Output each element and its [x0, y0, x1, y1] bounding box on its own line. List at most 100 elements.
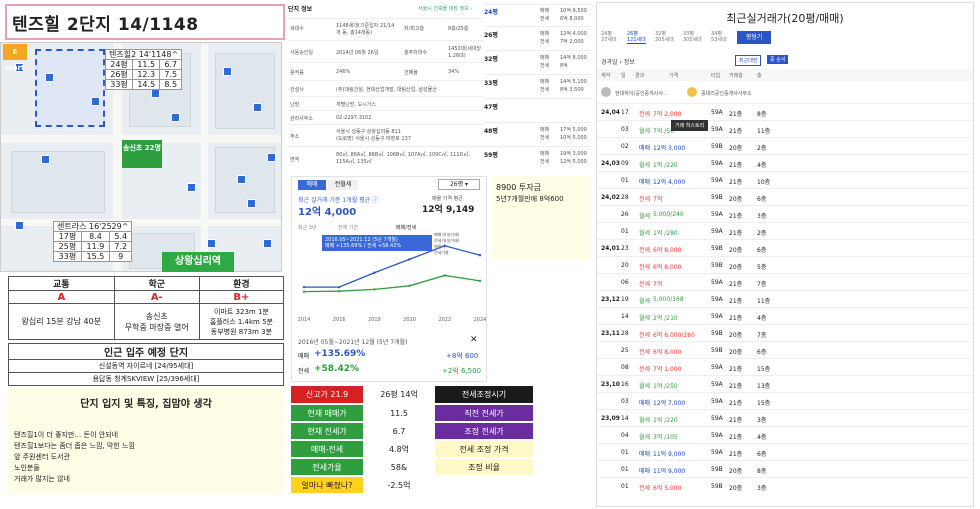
range-all[interactable]: 전체 기간	[338, 224, 358, 231]
chart-point[interactable]	[338, 290, 341, 293]
col-header: 층	[757, 73, 762, 79]
detail-value: 02-2297-3102	[336, 115, 372, 121]
listing-row[interactable]: 32평 매매 14억 8,000 전세 8억	[484, 50, 592, 70]
listing-row[interactable]: 48평 매매 17억 5,000 전세 10억 5,000	[484, 122, 592, 142]
size-tab-active[interactable]: 26평 121세대	[627, 31, 646, 44]
opinion-line: 노인분들	[14, 464, 40, 472]
deal-row[interactable]: 24,03 09 월세 1억 /220 59A 21층 4층	[597, 154, 973, 171]
deal-row[interactable]: 24,02 28 전세 7억 59B 20층 6층	[597, 188, 973, 205]
range-sale-rent[interactable]: 매매/전세	[396, 224, 416, 231]
deal-month: 24,04	[601, 109, 620, 116]
deal-row[interactable]: 06 전세 7억 59A 21층 7층	[597, 273, 973, 290]
apartment-marker[interactable]	[15, 221, 24, 230]
chart-point[interactable]	[373, 271, 376, 274]
sort-chip[interactable]: 중 순서	[767, 55, 789, 64]
deal-row[interactable]: 23,10 16 월세 1억 /250 59A 21층 13층	[597, 375, 973, 392]
apartment-marker[interactable]	[267, 153, 276, 162]
supply-title: 인근 입주 예정 단지	[8, 343, 284, 360]
listing-price: 6억 8,000	[560, 16, 584, 22]
table-cell: 11.9	[80, 241, 111, 252]
sort-chip[interactable]: 최근대방	[735, 55, 762, 66]
chart-point[interactable]	[338, 285, 341, 289]
apartment-marker[interactable]	[253, 103, 262, 112]
grade-detail: 송신초 무학중 마장중 열어	[113, 303, 200, 340]
listing-row[interactable]: 47평	[484, 98, 592, 118]
apartment-marker[interactable]	[151, 89, 160, 98]
table-cell: 8.5	[159, 79, 183, 90]
complex-detail-panel: 단지 정보 서울시 건축물 대장 정보 › 세대수 1148세대(기준입자 21/…	[288, 2, 484, 172]
chart-point[interactable]	[302, 290, 306, 293]
size-tab[interactable]: 24평 27세대	[601, 31, 617, 43]
size-select[interactable]: 26평 ▾	[438, 179, 480, 190]
size-tab[interactable]: 32평 205세대	[655, 31, 674, 43]
deal-row[interactable]: 25 전세 6억 8,000 59B 20층 6층	[597, 341, 973, 358]
deal-row[interactable]: 23,09 14 월세 1억 /220 59A 21층 3층	[597, 409, 973, 426]
deal-row[interactable]: 23,12 19 월세 5,000/168 59A 21층 11층	[597, 290, 973, 307]
deal-row[interactable]: 08 전세 7억 1,000 59A 21층 15층	[597, 358, 973, 375]
deal-row[interactable]: 01 월세 1억 /280 59A 21층 2층	[597, 222, 973, 239]
size-tab[interactable]: 33평 305세대	[683, 31, 702, 43]
apartment-marker[interactable]	[237, 175, 246, 184]
station-label: 상왕십리역	[162, 252, 234, 272]
building-registry-link[interactable]: 서울시 건축물 대장 정보 ›	[418, 5, 472, 12]
apartment-marker[interactable]	[247, 199, 256, 208]
x-tick-label: 2018	[368, 317, 381, 323]
apartment-marker[interactable]	[263, 239, 272, 248]
deal-row[interactable]: 26 월세 5,000/240 59A 21층 3층	[597, 205, 973, 222]
deal-row[interactable]: 14 월세 2억 /210 59A 21층 4층	[597, 307, 973, 324]
table-cell: 25평	[53, 241, 82, 252]
apartment-marker[interactable]	[91, 97, 100, 106]
chart-point[interactable]	[408, 284, 411, 287]
size-tab[interactable]: 34평 53세대	[711, 31, 727, 43]
chart-point[interactable]	[302, 285, 306, 289]
deal-row[interactable]: 01 매매 11억 9,000 59A 21층 6층	[597, 443, 973, 460]
deal-row[interactable]: 24,01 23 전세 6억 8,000 59B 20층 6층	[597, 239, 973, 256]
chart-point[interactable]	[408, 258, 411, 261]
tab-rent[interactable]: 전월세	[328, 180, 358, 190]
size-tab-count: 53세대	[711, 37, 727, 43]
chart-point[interactable]	[443, 244, 446, 247]
apartment-marker[interactable]	[171, 113, 180, 122]
deal-floor: 2층	[757, 145, 767, 152]
listing-row[interactable]: 59평 매매 19억 3,000 전세 12억 5,000	[484, 146, 592, 166]
deal-row[interactable]: 01 매매 12억 4,000 59A 21층 10층	[597, 171, 973, 188]
close-icon[interactable]: ✕	[470, 335, 478, 345]
deal-row[interactable]: 03 월세 7억 /50 59A 21층 11층	[597, 120, 973, 137]
apartment-marker[interactable]	[45, 73, 54, 82]
deal-row[interactable]: 01 전세 6억 5,000 59B 20층 3층	[597, 477, 973, 494]
listing-row[interactable]: 24평 매매 10억 9,500 전세 6억 8,000	[484, 4, 592, 22]
deal-row[interactable]: 24,04 17 전세 7억 2,000 59A 21층 8층	[597, 103, 973, 120]
mart-marker[interactable]: E mart	[3, 44, 27, 72]
deal-row[interactable]: 02 매매 12억 3,000 59B 20층 2층	[597, 137, 973, 154]
chart-point[interactable]	[478, 279, 482, 283]
apartment-marker[interactable]	[187, 183, 196, 192]
chart-series-rent[interactable]	[303, 274, 481, 293]
grade-detail: 왕십리 15분 강남 40분	[8, 303, 115, 340]
apartment-marker[interactable]	[41, 155, 50, 164]
deal-floors: 20층	[729, 196, 743, 203]
average-button[interactable]: 평형기	[737, 31, 771, 44]
tab-sale[interactable]: 매매	[298, 180, 326, 190]
summary-value: 6.7	[363, 422, 435, 441]
summary-value: 11.5	[363, 404, 435, 423]
chart-series-sale[interactable]	[304, 245, 481, 288]
deal-row[interactable]: 23,11 28 전세 6억 6,000/260 59B 20층 7층	[597, 324, 973, 341]
deal-row[interactable]: 20 전세 6억 8,000 59B 20층 5층	[597, 256, 973, 273]
deal-row[interactable]: 01 매매 11억 9,000 59B 20층 8층	[597, 460, 973, 477]
apartment-marker[interactable]	[223, 67, 232, 76]
deal-unit-type: 59A	[711, 296, 723, 303]
deal-row[interactable]: 03 매매 12억 7,000 59A 21층 15층	[597, 392, 973, 409]
deal-row[interactable]: 04 월세 3억 /105 59A 21층 4층	[597, 426, 973, 443]
chart-point[interactable]	[373, 288, 376, 291]
deal-type: 전세	[639, 281, 651, 288]
listing-row[interactable]: 26평 매매 12억 4,000 전세 7억 2,000	[484, 26, 592, 46]
listing-row[interactable]: 33평 매매 14억 5,100 전세 8억 3,500	[484, 74, 592, 94]
deal-floors: 21층	[729, 315, 743, 322]
apartment-marker[interactable]	[207, 239, 216, 248]
detail-value: 80㎡, 86A㎡, 86B㎡, 106B㎡, 107A㎡, 109C㎡, 11…	[336, 152, 470, 165]
breadcrumb[interactable]: 경과일 › 정보	[601, 57, 635, 66]
sale-percent: +135.69%	[314, 349, 366, 359]
range-recent[interactable]: 최근 3년	[298, 224, 317, 231]
chart-point[interactable]	[478, 254, 482, 257]
chart-point[interactable]	[443, 274, 446, 277]
